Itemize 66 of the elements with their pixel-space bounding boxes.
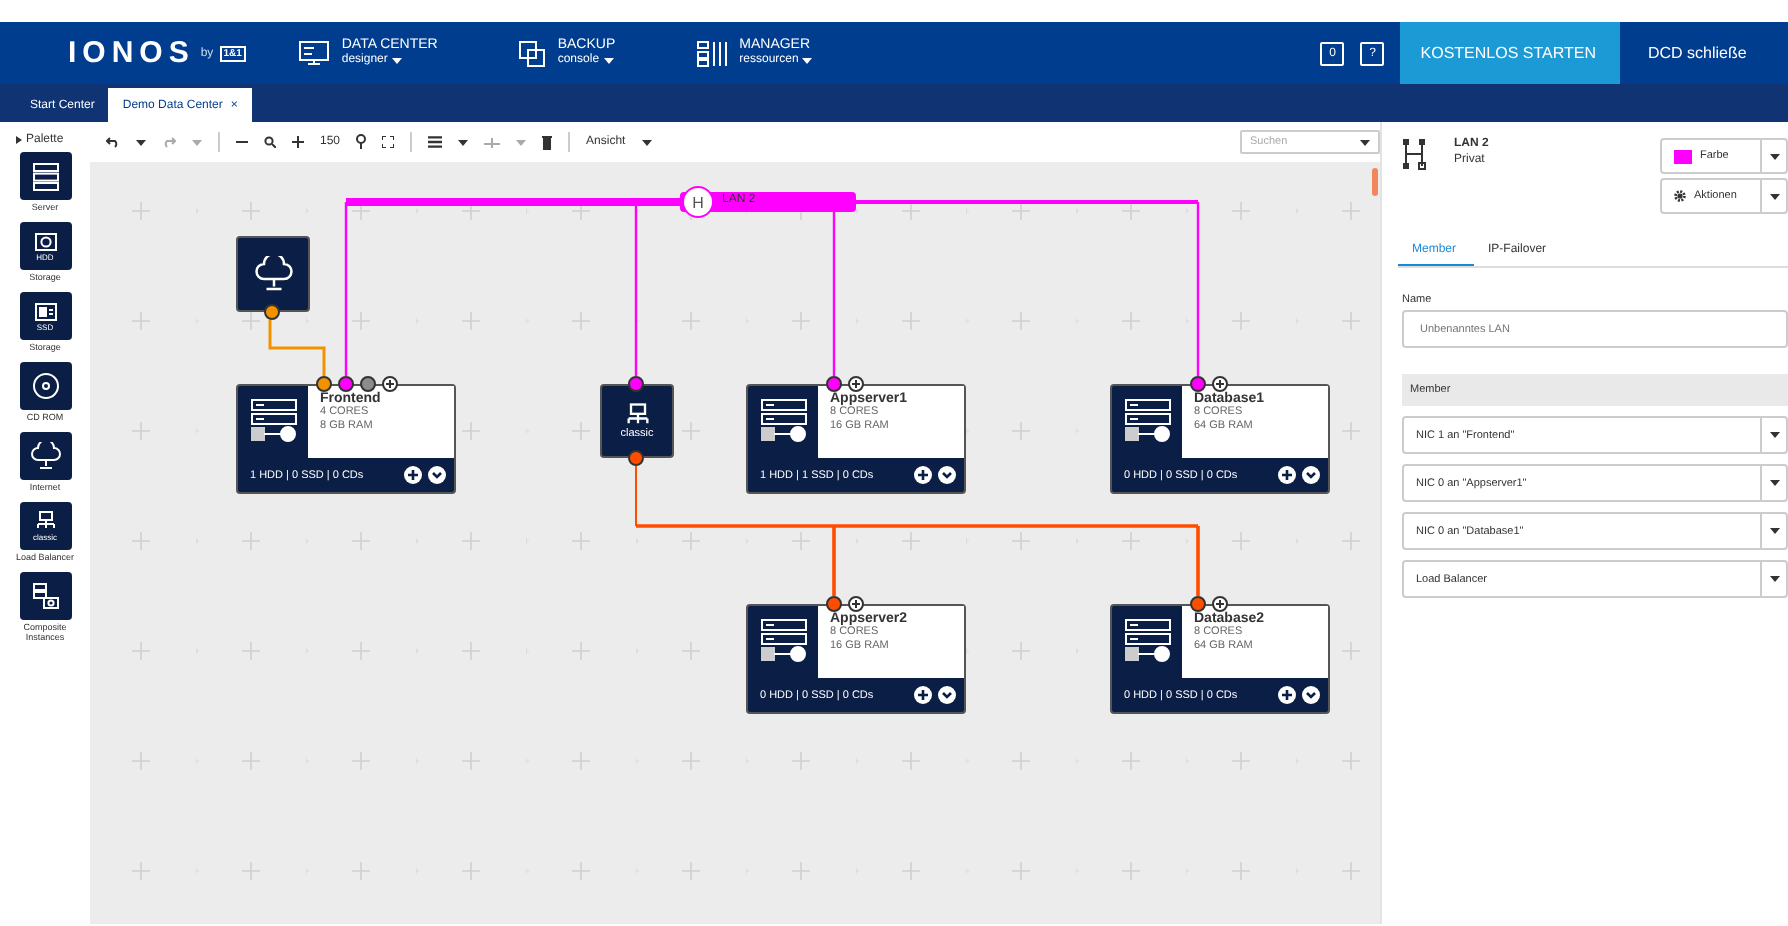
caret-icon [1769,432,1779,438]
caret-icon [458,139,469,145]
add-icon[interactable] [1278,686,1296,704]
network-icon [33,510,57,532]
add-port-icon[interactable] [382,376,398,392]
add-icon[interactable] [914,466,932,484]
lan-icon [1402,138,1426,170]
server-icon [31,161,59,191]
palette-item[interactable] [19,152,71,200]
caret-icon [516,139,527,145]
cloud-icon [29,442,61,470]
search-icon[interactable] [264,136,276,148]
server-icon [249,398,297,446]
internet-node[interactable] [236,236,310,312]
caret-icon [16,136,22,144]
gear-icon [1674,190,1686,202]
server-icon [759,398,807,446]
palette-item[interactable] [19,362,71,410]
caret-icon [1769,576,1779,582]
expand-icon[interactable] [428,466,446,484]
close-dcd-button[interactable]: DCD schließe [1620,44,1788,62]
cloud-icon [253,256,293,292]
fit-screen-icon[interactable] [382,136,395,148]
add-icon[interactable] [914,686,932,704]
caret-icon [391,58,402,64]
caret-icon [802,58,813,64]
zoom-in-icon[interactable] [292,136,304,148]
caret-icon [1769,193,1779,199]
caret-icon [1360,139,1370,145]
pin-icon[interactable] [356,134,367,150]
monitor-icon [297,40,330,66]
sliders-icon [695,39,728,67]
add-icon[interactable] [404,466,422,484]
caret-icon [1769,528,1779,534]
logo[interactable]: IONOS [68,36,195,70]
disk-icon [33,231,57,251]
disc-icon [31,372,59,400]
caret-icon [1769,153,1779,159]
stacked-windows-icon [517,39,546,67]
add-port-icon[interactable] [1212,376,1228,392]
chip-icon [33,301,57,321]
caret-icon [192,139,202,145]
palette-item[interactable] [19,572,71,620]
server-icon [759,618,807,666]
add-icon[interactable] [1278,466,1296,484]
expand-icon[interactable] [938,466,956,484]
expand-icon[interactable] [1302,686,1320,704]
palette-item[interactable] [19,432,71,480]
add-port-icon[interactable] [848,596,864,612]
scrollbar[interactable] [1372,168,1378,196]
server-icon [1123,618,1171,666]
caret-icon [1769,480,1779,486]
network-icon [623,402,651,428]
caret-icon [603,58,614,64]
expand-icon[interactable] [1302,466,1320,484]
connection-line [268,320,326,376]
list-icon[interactable] [428,136,443,148]
add-port-icon[interactable] [1212,596,1228,612]
caret-icon [641,139,652,145]
server-icon [1123,398,1171,446]
composite-icon [31,582,59,610]
trash-icon[interactable] [542,135,553,149]
add-port-icon[interactable] [848,376,864,392]
caret-icon [136,139,146,145]
undo-icon[interactable] [106,136,120,148]
expand-icon[interactable] [938,686,956,704]
